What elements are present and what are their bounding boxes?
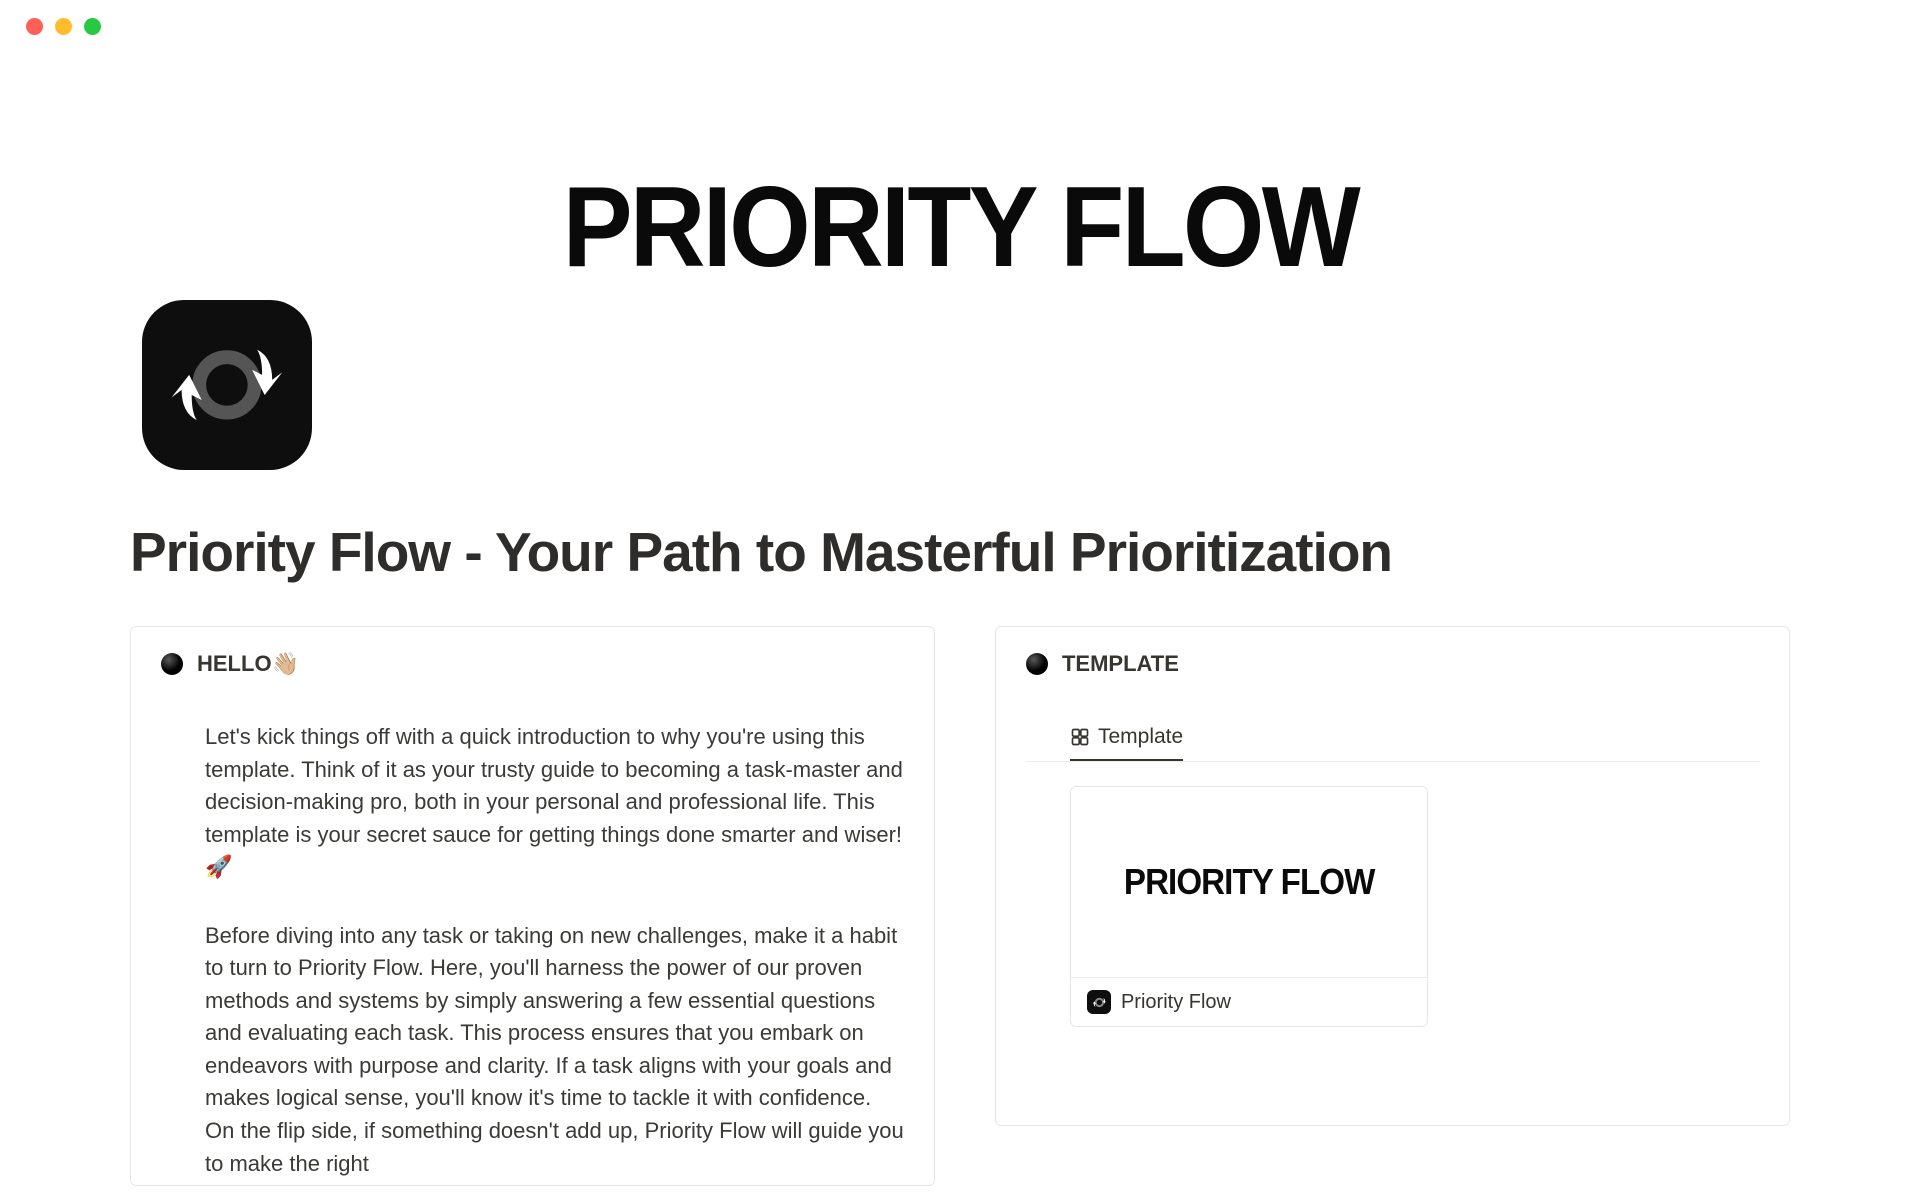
template-heading: TEMPLATE [1062,651,1179,677]
page-title: Priority Flow - Your Path to Masterful P… [130,520,1790,584]
window-titlebar [0,0,1920,52]
dot-icon [161,653,183,675]
hero-banner: PRIORITY FLOW [0,52,1920,293]
template-preview-card[interactable]: PRIORITY FLOW Priority Flow [1070,786,1428,1027]
hello-paragraph-2: Before diving into any task or taking on… [205,920,904,1180]
minimize-window-button[interactable] [55,18,72,35]
template-preview-title: PRIORITY FLOW [1124,861,1375,903]
hello-body: Let's kick things off with a quick intro… [161,721,904,1180]
maximize-window-button[interactable] [84,18,101,35]
hello-callout: HELLO👋🏼 Let's kick things off with a qui… [130,626,935,1186]
close-window-button[interactable] [26,18,43,35]
template-callout: TEMPLATE Template P [995,626,1790,1126]
template-preview-thumbnail: PRIORITY FLOW [1071,787,1427,977]
gallery-view-icon [1070,727,1090,747]
hello-heading: HELLO👋🏼 [197,651,299,677]
template-preview-label: Priority Flow [1121,991,1231,1014]
tab-template-label: Template [1098,725,1183,749]
priority-flow-icon [1087,990,1111,1014]
tab-template[interactable]: Template [1070,725,1183,761]
hello-paragraph-1: Let's kick things off with a quick intro… [205,721,904,884]
page-icon[interactable] [142,300,312,470]
priority-flow-icon [164,322,290,448]
dot-icon [1026,653,1048,675]
hero-title: PRIORITY FLOW [562,162,1357,293]
